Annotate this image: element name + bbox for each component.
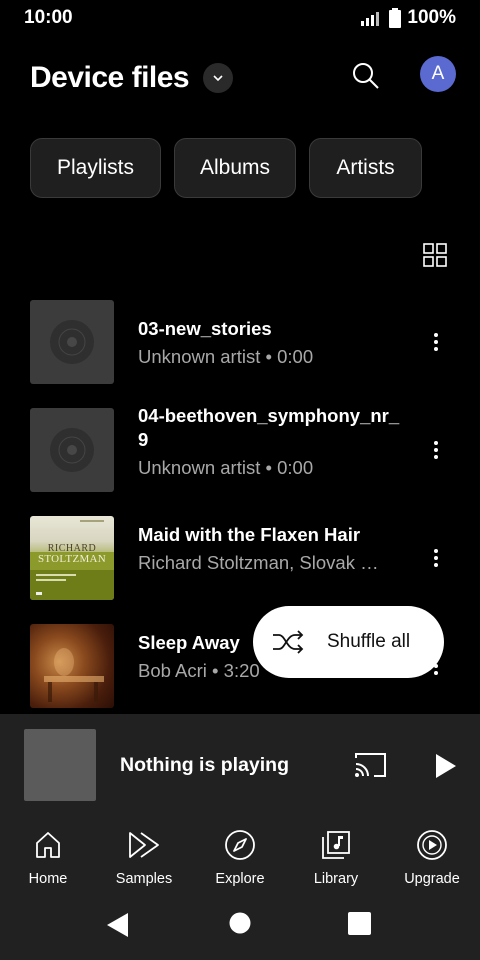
samples-icon	[129, 832, 159, 858]
grid-view-toggle[interactable]	[420, 240, 450, 270]
more-options-button[interactable]	[424, 542, 448, 574]
explore-icon	[225, 830, 255, 860]
song-subtitle: Richard Stoltzman, Slovak …	[138, 552, 379, 573]
chevron-down-icon	[213, 75, 223, 82]
battery-percent: 100%	[407, 7, 456, 28]
more-vert-icon	[434, 441, 438, 459]
avatar[interactable]: A	[420, 56, 456, 92]
system-home-button[interactable]	[229, 912, 251, 934]
chip-artists[interactable]: Artists	[309, 138, 422, 198]
system-nav-bar	[0, 894, 480, 960]
list-item[interactable]: 03-new_stories Unknown artist • 0:00	[0, 290, 480, 390]
battery-icon	[389, 8, 402, 28]
signal-icon	[361, 12, 380, 26]
home-icon	[36, 832, 60, 858]
disc-icon	[50, 320, 94, 364]
system-back-button[interactable]	[106, 912, 130, 938]
title-dropdown-button[interactable]	[203, 63, 234, 93]
nav-label: Library	[313, 871, 359, 887]
nav-item-explore[interactable]: Explore	[192, 808, 288, 894]
play-icon	[436, 754, 456, 778]
status-bar: 10:00 100%	[0, 0, 480, 36]
album-cover-bob-acri	[44, 648, 104, 702]
nav-item-samples[interactable]: Samples	[96, 808, 192, 894]
list-item[interactable]: 04-beethoven_symphony_nr_9 Unknown artis…	[0, 398, 480, 514]
nav-label: Samples	[115, 871, 173, 887]
grid-icon	[423, 243, 447, 267]
bottom-nav: Home Samples Explore Library Upgrade	[0, 808, 480, 894]
nav-label: Explore	[215, 871, 265, 887]
list-item[interactable]: RICHARD STOLTZMAN Maid with the Flaxen H…	[0, 506, 480, 606]
song-title: 04-beethoven_symphony_nr_9	[138, 405, 400, 450]
page-title: Device files	[30, 61, 190, 94]
search-icon	[353, 63, 379, 89]
nav-label: Home	[28, 871, 68, 887]
more-options-button[interactable]	[424, 326, 448, 358]
song-subtitle: Unknown artist • 0:00	[138, 457, 314, 478]
nav-item-home[interactable]: Home	[0, 808, 96, 894]
system-recents-button[interactable]	[348, 912, 371, 935]
album-art	[30, 624, 114, 708]
status-time: 10:00	[24, 7, 73, 28]
status-icons: 100%	[361, 7, 456, 29]
nav-item-upgrade[interactable]: Upgrade	[384, 808, 480, 894]
header: Device files A	[0, 52, 480, 104]
shuffle-all-button[interactable]: Shuffle all	[253, 606, 444, 678]
cast-icon	[355, 753, 386, 777]
mini-player-title: Nothing is playing	[120, 754, 289, 776]
upgrade-icon	[417, 830, 447, 860]
shuffle-icon	[273, 630, 304, 654]
play-button[interactable]	[432, 752, 458, 780]
cast-button[interactable]	[354, 750, 388, 780]
more-vert-icon	[434, 549, 438, 567]
song-subtitle: Unknown artist • 0:00	[138, 346, 314, 367]
nav-label: Upgrade	[404, 871, 460, 887]
library-icon	[322, 831, 350, 859]
album-art: RICHARD STOLTZMAN	[30, 516, 114, 600]
song-title: Maid with the Flaxen Hair	[138, 524, 361, 545]
more-options-button[interactable]	[424, 434, 448, 466]
search-button[interactable]	[348, 58, 384, 94]
album-cover-text-bottom: STOLTZMAN	[37, 553, 107, 565]
album-art	[30, 408, 114, 492]
mini-player-art	[24, 729, 96, 801]
chip-albums[interactable]: Albums	[174, 138, 296, 198]
shuffle-all-label: Shuffle all	[327, 631, 411, 652]
mini-player[interactable]: Nothing is playing	[0, 714, 480, 808]
filter-chips: Playlists Albums Artists	[30, 138, 422, 198]
disc-icon	[50, 428, 94, 472]
nav-item-library[interactable]: Library	[288, 808, 384, 894]
album-art	[30, 300, 114, 384]
chip-playlists[interactable]: Playlists	[30, 138, 161, 198]
song-title: 03-new_stories	[138, 318, 272, 339]
more-vert-icon	[434, 333, 438, 351]
